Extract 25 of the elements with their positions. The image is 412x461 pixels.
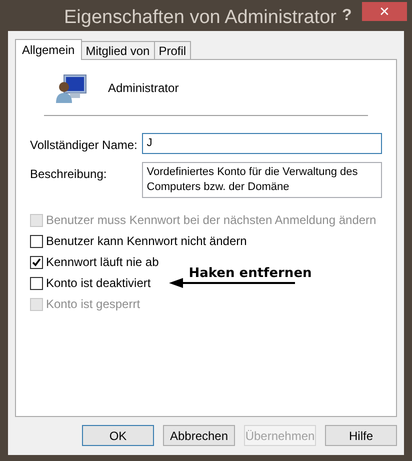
dialog-button[interactable]: Abbrechen bbox=[163, 425, 235, 446]
dialog-button[interactable]: OK bbox=[82, 425, 154, 446]
checkbox-label: Konto ist deaktiviert bbox=[46, 275, 151, 292]
account-name: Administrator bbox=[108, 80, 179, 96]
checkbox[interactable] bbox=[30, 256, 43, 268]
tab[interactable]: Allgemein bbox=[15, 39, 82, 60]
checkbox-label: Konto ist gesperrt bbox=[46, 296, 140, 313]
tab[interactable]: Mitglied von bbox=[80, 41, 155, 59]
annotation-text: Haken entfernen bbox=[188, 265, 312, 283]
dialog-button[interactable]: Hilfe bbox=[325, 425, 397, 446]
tab[interactable]: Profil bbox=[154, 41, 192, 59]
input-field[interactable]: J bbox=[142, 133, 382, 154]
input-field[interactable]: Vordefiniertes Konto für die Verwaltung des Computers bzw. der Domäne bbox=[142, 162, 382, 198]
check-icon bbox=[32, 258, 41, 266]
checkbox-label: Kennwort läuft nie ab bbox=[46, 254, 159, 271]
field-label: Vollständiger Name: bbox=[30, 137, 138, 154]
arrow-icon bbox=[168, 278, 295, 288]
checkbox[interactable] bbox=[30, 234, 43, 248]
window-title: Eigenschaften von Administrator bbox=[64, 6, 336, 30]
checkbox-label: Benutzer kann Kennwort nicht ändern bbox=[46, 233, 247, 250]
help-button[interactable]: ? bbox=[342, 4, 352, 28]
close-button[interactable]: ✕ bbox=[362, 2, 407, 21]
field-label: Beschreibung: bbox=[30, 166, 108, 183]
checkbox[interactable] bbox=[30, 276, 43, 290]
checkbox-label: Benutzer muss Kennwort bei der nächsten Anmeldung ändern bbox=[46, 212, 376, 229]
